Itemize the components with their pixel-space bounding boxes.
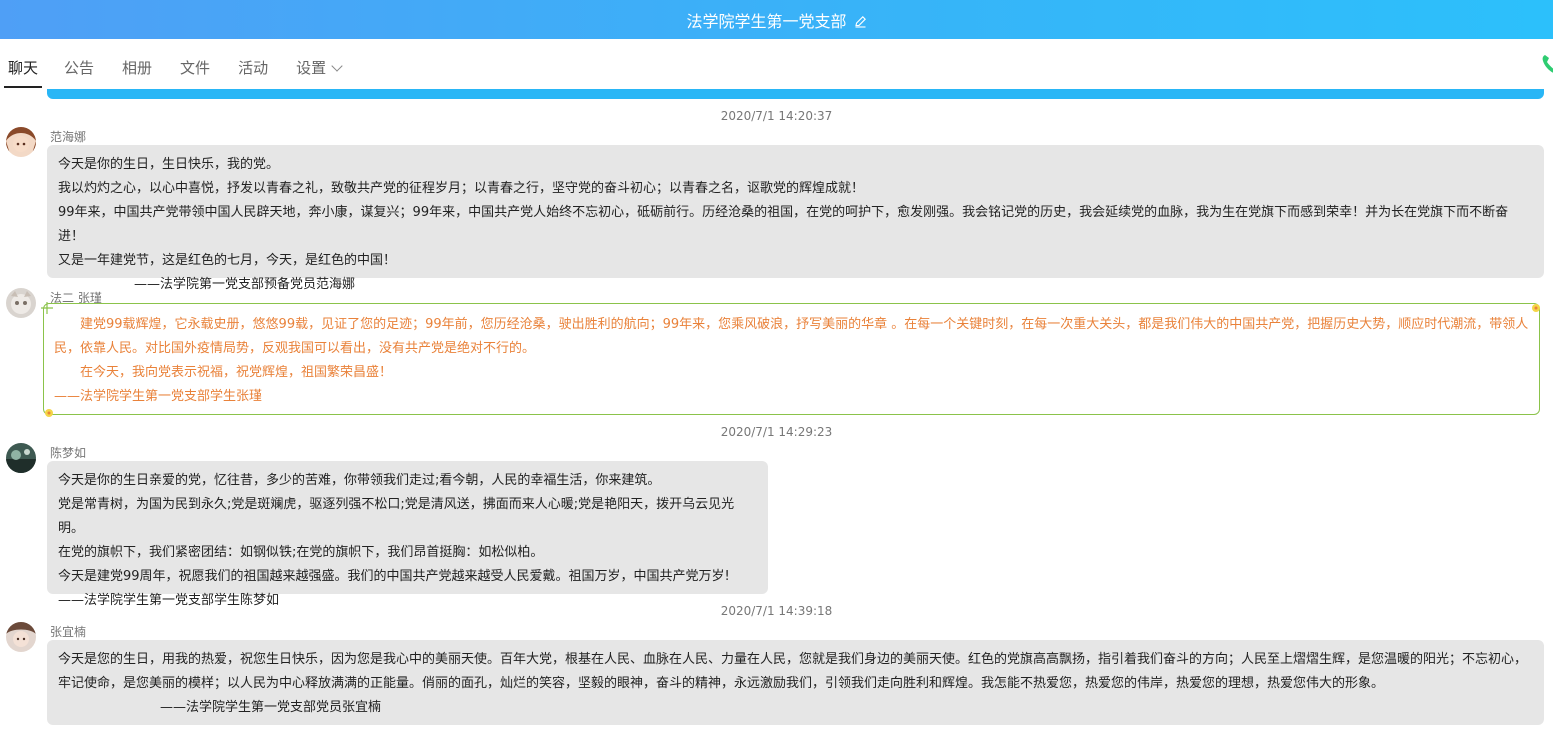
group-title: 法学院学生第一党支部 — [686, 11, 847, 31]
message-signature: ——法学院第一党支部预备党员范海娜 — [134, 277, 356, 292]
message-line: 在今天，我向党表示祝福，祝党辉煌，祖国繁荣昌盛！ — [80, 365, 393, 380]
avatar[interactable] — [6, 127, 36, 157]
message-line: 在党的旗帜下，我们紧密团结：如钢似铁;在党的旗帜下，我们昂首挺胸：如松似柏。 — [58, 545, 544, 560]
message-signature: ——法学院学生第一党支部党员张宜楠 — [160, 700, 382, 715]
tab-settings-label: 设置 — [296, 59, 327, 77]
message-line: 今天是你的生日，生日快乐，我的党。 — [58, 157, 280, 172]
edit-icon[interactable] — [854, 13, 867, 28]
sender-name: 张宜楠 — [50, 625, 87, 639]
message-bubble-decorated: 建党99载辉煌，它永载史册，悠悠99载，见证了您的足迹；99年前，您历经沧桑，驶… — [43, 303, 1540, 415]
tab-activity[interactable]: 活动 — [238, 39, 268, 88]
message-line: 我以灼灼之心，以心中喜悦，抒发以青春之礼，致敬共产党的征程岁月；以青春之行，坚守… — [58, 181, 865, 196]
message-timestamp: 2020/7/1 14:39:18 — [720, 604, 833, 618]
sender-name: 范海娜 — [50, 130, 87, 144]
tab-chat[interactable]: 聊天 — [3, 39, 43, 88]
message-line: 又是一年建党节，这是红色的七月，今天，是红色的中国！ — [58, 253, 397, 268]
flower-decoration-icon — [40, 300, 54, 314]
tab-bar: 聊天 公告 相册 文件 活动 设置 — [0, 39, 1553, 89]
avatar[interactable] — [6, 443, 36, 473]
chat-title-bar: 法学院学生第一党支部 — [0, 0, 1553, 39]
phone-icon[interactable] — [1539, 52, 1553, 78]
chevron-down-icon — [331, 60, 343, 72]
message-bubble: 今天是您的生日，用我的热爱，祝您生日快乐，因为您是我心中的美丽天使。百年大党，根… — [47, 640, 1544, 725]
message-line: 99年来，中国共产党带领中国人民辟天地，奔小康，谋复兴；99年来，中国共产党人始… — [58, 205, 1509, 244]
message-line: 牢记使命，是您美丽的模样；以人民为中心释放满满的正能量。俏丽的面孔，灿烂的笑容，… — [58, 676, 1385, 691]
tab-settings[interactable]: 设置 — [296, 39, 343, 88]
flower-decoration-icon — [42, 405, 56, 419]
message-timestamp: 2020/7/1 14:29:23 — [720, 425, 833, 439]
sender-name: 陈梦如 — [50, 446, 87, 460]
flower-decoration-icon — [1529, 300, 1543, 314]
avatar[interactable] — [6, 622, 36, 652]
message-bubble: 今天是你的生日，生日快乐，我的党。 我以灼灼之心，以心中喜悦，抒发以青春之礼，致… — [47, 145, 1544, 292]
message-line: 党是常青树，为国为民到永久;党是斑斓虎，驱逐列强不松口;党是清风送，拂面而来人心… — [58, 497, 735, 536]
message-line: 今天是您的生日，用我的热爱，祝您生日快乐，因为您是我心中的美丽天使。百年大党，根… — [58, 652, 1528, 667]
message-line: 今天是你的生日亲爱的党，忆往昔，多少的苦难，你带领我们走过;看今朝，人民的幸福生… — [58, 473, 661, 488]
pinned-banner — [47, 89, 1544, 99]
tab-album[interactable]: 相册 — [122, 39, 152, 88]
tab-files[interactable]: 文件 — [180, 39, 210, 88]
message-bubble: 今天是你的生日亲爱的党，忆往昔，多少的苦难，你带领我们走过;看今朝，人民的幸福生… — [47, 461, 768, 608]
message-signature: ——法学院学生第一党支部学生张瑾 — [54, 389, 263, 404]
message-timestamp: 2020/7/1 14:20:37 — [720, 109, 833, 123]
avatar[interactable] — [6, 288, 36, 318]
message-line: 今天是建党99周年，祝愿我们的祖国越来越强盛。我们的中国共产党越来越受人民爱戴。… — [58, 569, 730, 584]
tab-announcement[interactable]: 公告 — [64, 39, 94, 88]
message-line: 建党99载辉煌，它永载史册，悠悠99载，见证了您的足迹；99年前，您历经沧桑，驶… — [54, 317, 1529, 356]
